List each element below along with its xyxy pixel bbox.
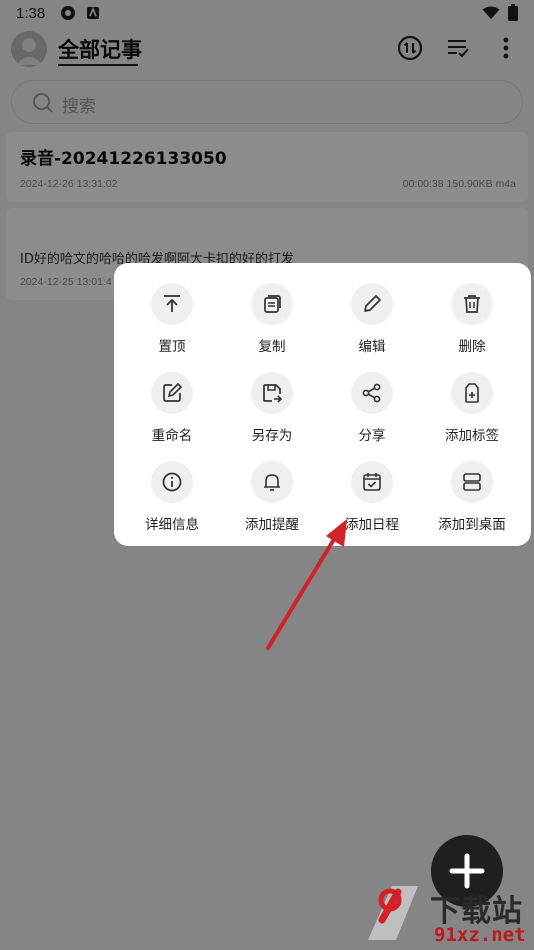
annotation-arrow <box>266 519 347 650</box>
watermark: 下载站 91xz.net <box>362 880 532 948</box>
watermark-domain: 91xz.net <box>434 924 526 946</box>
watermark-logo-icon <box>368 886 418 940</box>
